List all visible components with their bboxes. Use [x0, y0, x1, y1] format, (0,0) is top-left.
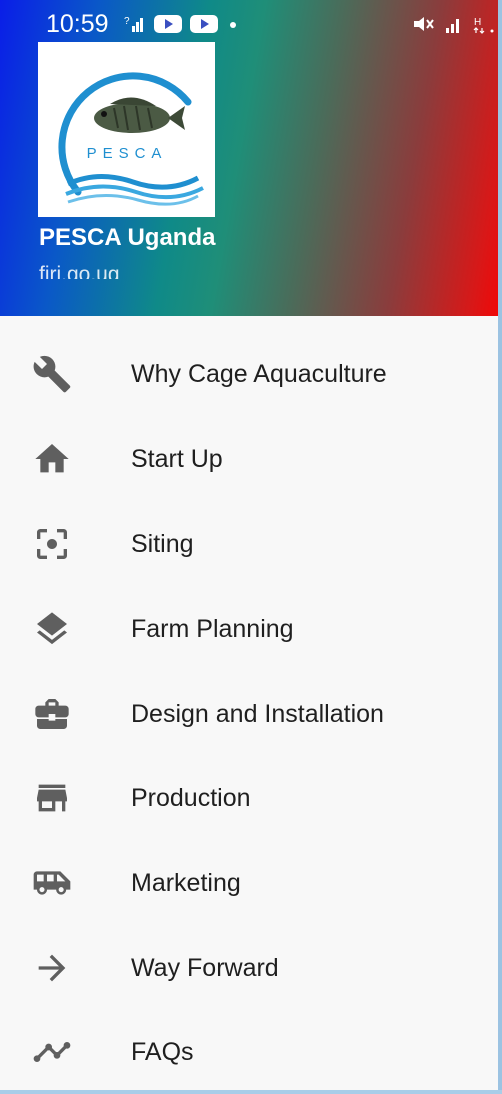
- app-url: firi.go.ug: [39, 263, 120, 279]
- pesca-logo: PESCA: [38, 42, 215, 217]
- mute-icon: [414, 17, 434, 31]
- drawer-header: PESCA PESCA Uganda firi.go.ug: [0, 0, 498, 316]
- center-focus-icon: [37, 529, 67, 559]
- background-edge: [498, 0, 502, 1090]
- menu-item-label: Why Cage Aquaculture: [131, 360, 387, 388]
- menu-item-start-up[interactable]: Start Up: [0, 417, 498, 501]
- menu-item-label: Farm Planning: [131, 615, 294, 643]
- wrench-icon: [33, 355, 71, 393]
- signal-icon: [446, 19, 459, 33]
- network-h-icon: H: [473, 17, 494, 34]
- app-name: PESCA Uganda: [39, 224, 216, 251]
- layers-icon: [37, 612, 67, 645]
- app-screen: PESCA PESCA Uganda firi.go.ug 10:59 ? H …: [0, 0, 502, 1090]
- home-icon: [35, 444, 69, 473]
- van-icon: [33, 871, 71, 895]
- menu-item-label: Way Forward: [131, 954, 279, 982]
- menu-item-marketing[interactable]: Marketing: [0, 841, 498, 925]
- menu-item-farm-planning[interactable]: Farm Planning: [0, 587, 498, 671]
- menu-item-way-forward[interactable]: Way Forward: [0, 926, 498, 1010]
- menu-item-label: Production: [131, 784, 251, 812]
- menu-item-label: FAQs: [131, 1038, 194, 1066]
- menu-item-label: Start Up: [131, 445, 223, 473]
- arrow-right-icon: [38, 954, 66, 982]
- status-bar: 10:59 ? H: [0, 0, 502, 46]
- menu-item-faqs[interactable]: FAQs: [0, 1010, 498, 1094]
- menu-item-why-cage-aquaculture[interactable]: Why Cage Aquaculture: [0, 332, 498, 416]
- svg-text:?: ?: [124, 16, 130, 27]
- menu-item-siting[interactable]: Siting: [0, 502, 498, 586]
- trending-icon: [33, 1042, 71, 1062]
- navigation-menu: Why Cage Aquaculture Start Up Siting Far…: [0, 316, 498, 1090]
- briefcase-icon: [35, 699, 69, 729]
- logo-text: PESCA: [87, 145, 168, 162]
- store-icon: [37, 784, 67, 812]
- dot-icon: [230, 22, 236, 28]
- svg-text:H: H: [474, 17, 481, 28]
- data-signal-icon: ?: [124, 16, 143, 32]
- menu-item-label: Siting: [131, 530, 194, 558]
- menu-item-production[interactable]: Production: [0, 756, 498, 840]
- menu-item-design-and-installation[interactable]: Design and Installation: [0, 672, 498, 756]
- youtube-icon: [190, 15, 218, 33]
- menu-item-label: Marketing: [131, 869, 241, 897]
- status-time: 10:59: [46, 10, 109, 38]
- youtube-icon: [154, 15, 182, 33]
- status-left-icons: ?: [124, 14, 240, 34]
- menu-item-label: Design and Installation: [131, 700, 384, 728]
- status-right-icons: H: [412, 14, 496, 34]
